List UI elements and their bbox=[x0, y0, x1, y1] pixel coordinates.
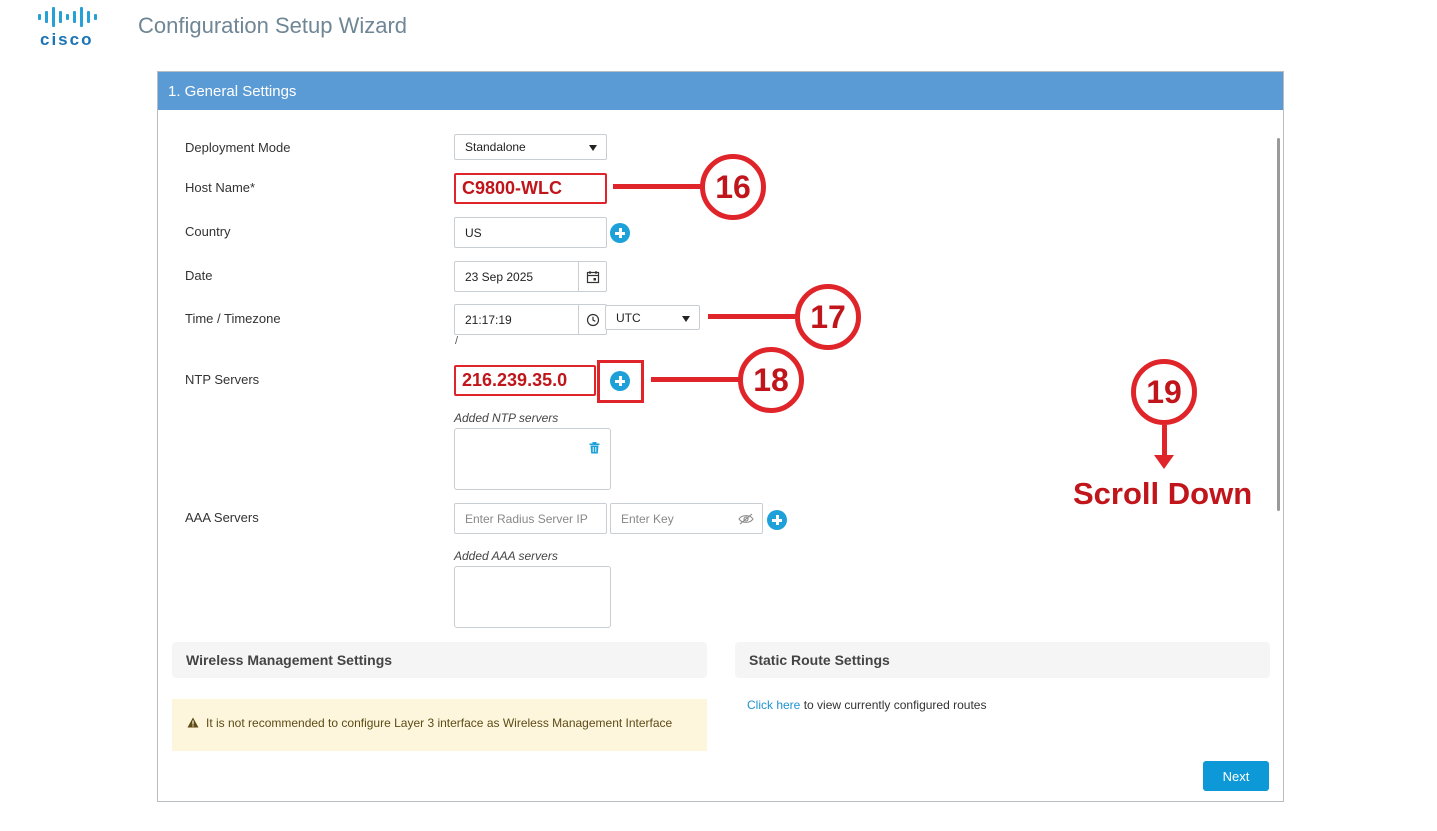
host-name-value: C9800-WLC bbox=[462, 178, 563, 198]
annotation-18-badge: 18 bbox=[738, 347, 804, 413]
time-input[interactable]: 21:17:19 bbox=[454, 304, 607, 335]
chevron-down-icon bbox=[682, 316, 690, 322]
cisco-wordmark: cisco bbox=[40, 30, 94, 49]
annotation-17-line bbox=[708, 314, 800, 319]
host-name-input[interactable]: C9800-WLC bbox=[454, 173, 607, 204]
added-ntp-servers-list bbox=[454, 428, 611, 490]
annotation-19-badge: 19 bbox=[1131, 359, 1197, 425]
radius-key-placeholder: Enter Key bbox=[621, 511, 674, 526]
radius-server-ip-input[interactable]: Enter Radius Server IP bbox=[454, 503, 607, 534]
time-separator: / bbox=[455, 335, 459, 347]
annotation-16-badge: 16 bbox=[700, 154, 766, 220]
add-aaa-server-icon[interactable] bbox=[767, 510, 787, 530]
wireless-management-settings-header[interactable]: Wireless Management Settings bbox=[172, 642, 707, 678]
deployment-mode-label: Deployment Mode bbox=[185, 140, 291, 155]
cisco-logo: cisco bbox=[36, 6, 116, 50]
time-value: 21:17:19 bbox=[465, 312, 512, 327]
added-aaa-servers-label: Added AAA servers bbox=[454, 549, 558, 563]
calendar-icon[interactable] bbox=[578, 262, 606, 291]
layer3-warning: It is not recommended to configure Layer… bbox=[172, 699, 707, 751]
host-name-label: Host Name* bbox=[185, 180, 256, 195]
annotation-17-badge: 17 bbox=[795, 284, 861, 350]
scroll-down-annotation: Scroll Down bbox=[1073, 476, 1253, 511]
app-title: Configuration Setup Wizard bbox=[138, 13, 408, 38]
next-button[interactable]: Next bbox=[1203, 761, 1269, 791]
annotation-19-arrow-shaft bbox=[1162, 425, 1167, 459]
ntp-server-input[interactable]: 216.239.35.0 bbox=[454, 365, 596, 396]
date-label: Date bbox=[185, 268, 213, 283]
static-route-info: Click here to view currently configured … bbox=[735, 695, 995, 715]
country-input[interactable]: US bbox=[454, 217, 607, 248]
aaa-servers-label: AAA Servers bbox=[185, 510, 259, 525]
clock-icon[interactable] bbox=[578, 305, 606, 334]
timezone-select[interactable]: UTC bbox=[605, 305, 700, 330]
annotation-18-line bbox=[651, 377, 743, 382]
panel-header: 1. General Settings bbox=[158, 72, 1283, 110]
deployment-mode-value: Standalone bbox=[465, 140, 526, 154]
view-routes-link[interactable]: Click here bbox=[735, 698, 800, 712]
warning-icon bbox=[187, 716, 199, 733]
added-aaa-servers-list bbox=[454, 566, 611, 628]
panel-scrollbar[interactable] bbox=[1277, 138, 1280, 511]
cisco-logo-bars bbox=[36, 6, 116, 28]
annotation-16-line bbox=[613, 184, 705, 189]
deployment-mode-select[interactable]: Standalone bbox=[454, 134, 607, 160]
static-route-settings-header[interactable]: Static Route Settings bbox=[735, 642, 1270, 678]
add-ntp-server-icon[interactable] bbox=[610, 371, 630, 391]
radius-server-ip-placeholder: Enter Radius Server IP bbox=[465, 511, 588, 526]
country-value: US bbox=[465, 225, 482, 240]
eye-slash-icon[interactable] bbox=[738, 513, 754, 528]
radius-key-input[interactable]: Enter Key bbox=[610, 503, 763, 534]
timezone-value: UTC bbox=[616, 310, 641, 325]
date-value: 23 Sep 2025 bbox=[465, 269, 534, 284]
chevron-down-icon bbox=[589, 145, 597, 151]
country-label: Country bbox=[185, 224, 231, 239]
layer3-warning-text: It is not recommended to configure Layer… bbox=[206, 716, 673, 730]
trash-icon[interactable] bbox=[589, 441, 600, 459]
time-timezone-label: Time / Timezone bbox=[185, 311, 281, 326]
ntp-servers-label: NTP Servers bbox=[185, 372, 260, 387]
add-country-icon[interactable] bbox=[610, 223, 630, 243]
view-routes-text: to view currently configured routes bbox=[800, 698, 987, 712]
date-input[interactable]: 23 Sep 2025 bbox=[454, 261, 607, 292]
arrow-down-icon bbox=[1154, 455, 1174, 469]
ntp-server-value: 216.239.35.0 bbox=[462, 370, 568, 390]
added-ntp-servers-label: Added NTP servers bbox=[454, 411, 559, 425]
